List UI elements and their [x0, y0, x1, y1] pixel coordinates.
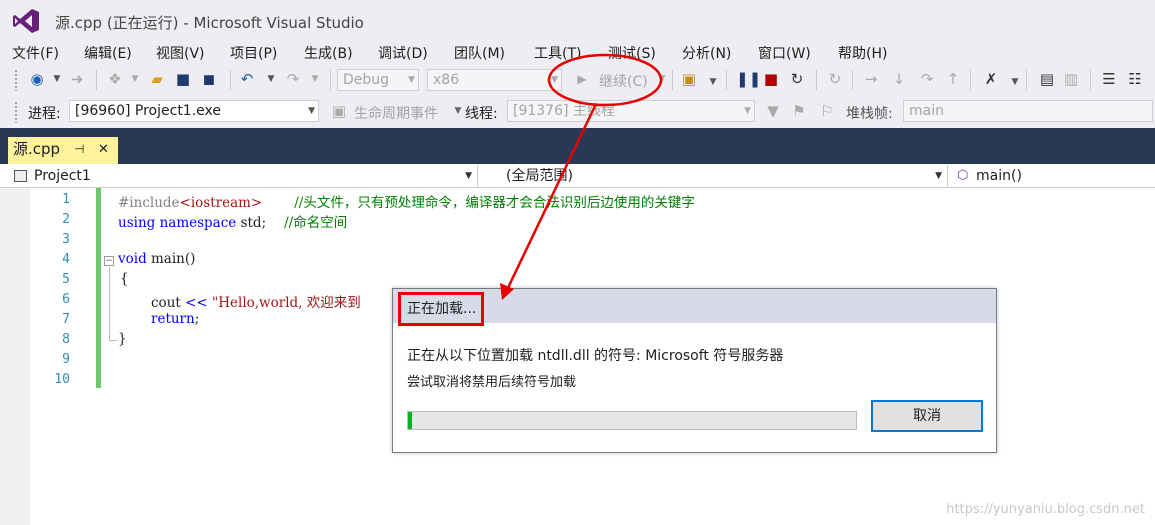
annotation-ellipse — [547, 53, 663, 107]
annotation-overlay — [500, 53, 663, 300]
vs-window: 源.cpp (正在运行) - Microsoft Visual Studio 文… — [0, 0, 1155, 525]
annotation-arrow-line — [504, 105, 597, 293]
annotation-arrow-head — [500, 283, 514, 300]
